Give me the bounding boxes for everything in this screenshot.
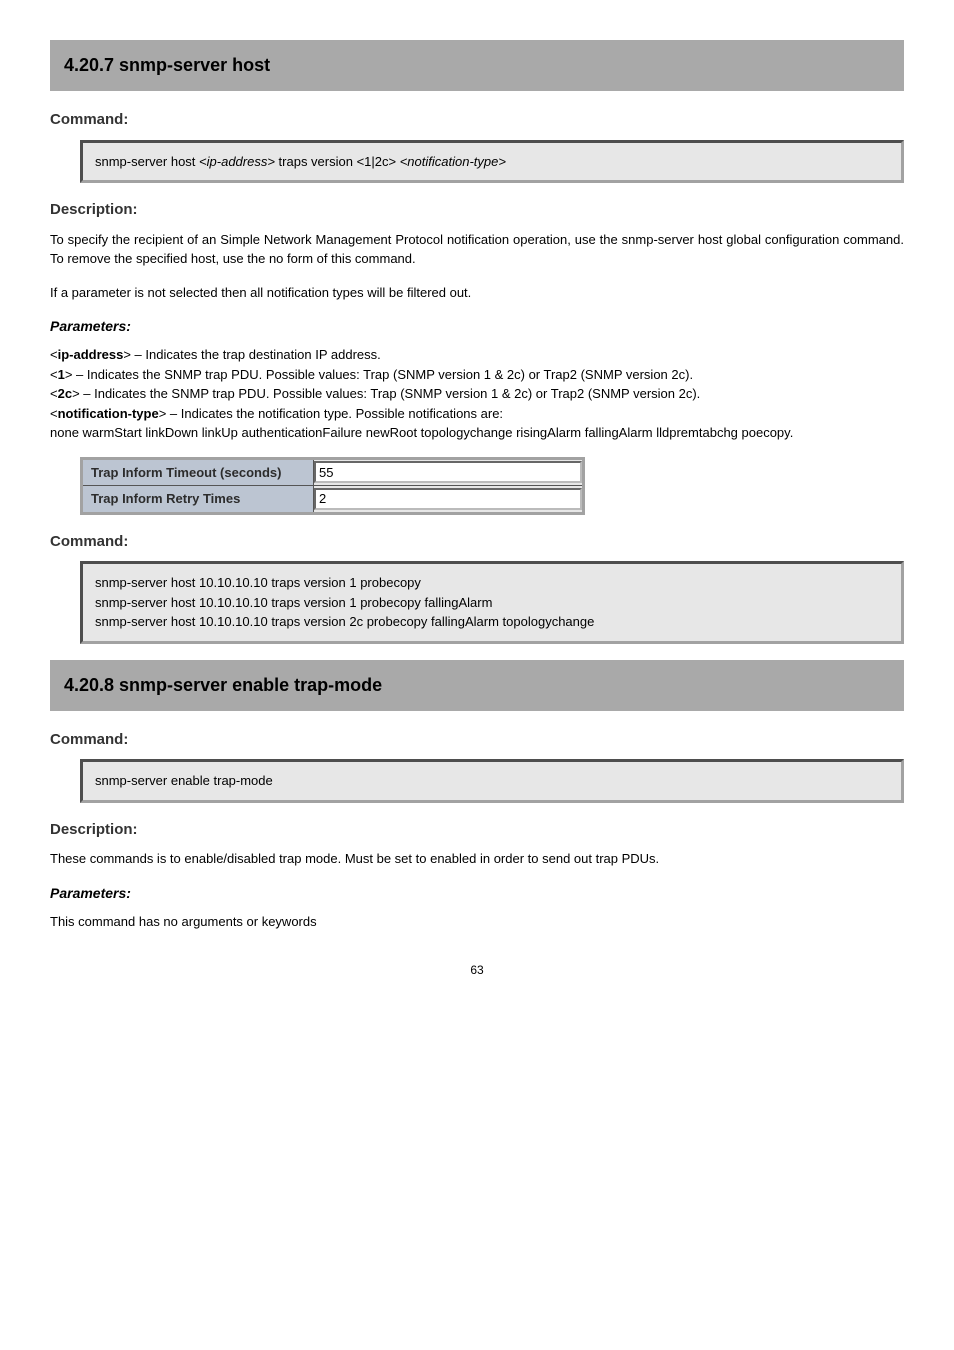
description-text-1: To specify the recipient of an Simple Ne… — [50, 230, 904, 269]
param-note-1: <ip-address> – Indicates the trap destin… — [50, 345, 904, 443]
description-heading: Description: — [50, 199, 904, 222]
command-heading: Command: — [50, 109, 904, 132]
parameters-heading: Parameters: — [50, 316, 904, 337]
param-label-timeout: Trap Inform Timeout (seconds) — [82, 458, 314, 486]
cmd-line-3: snmp-server host 10.10.10.10 traps versi… — [95, 612, 889, 632]
command-heading-2: Command: — [50, 531, 904, 554]
command-syntax-box-2: snmp-server enable trap-mode — [80, 759, 904, 803]
command-heading-3: Command: — [50, 729, 904, 752]
section-header-bar: 4.20.7 snmp-server host — [50, 40, 904, 91]
cmd-text-2: snmp-server enable trap-mode — [95, 773, 273, 788]
cmd-line-2: snmp-server host 10.10.10.10 traps versi… — [95, 593, 889, 613]
param-note-2: This command has no arguments or keyword… — [50, 912, 904, 932]
param-label-retry: Trap Inform Retry Times — [82, 486, 314, 514]
section-title: 4.20.7 snmp-server host — [64, 52, 890, 79]
command-example-box: snmp-server host 10.10.10.10 traps versi… — [80, 561, 904, 644]
description-text-3: These commands is to enable/disabled tra… — [50, 849, 904, 869]
table-row: Trap Inform Timeout (seconds) — [82, 458, 584, 486]
command-syntax-box: snmp-server host <ip-address> traps vers… — [80, 140, 904, 184]
description-heading-2: Description: — [50, 819, 904, 842]
parameters-heading-2: Parameters: — [50, 883, 904, 904]
param-input-timeout[interactable] — [314, 461, 582, 483]
cmd-line-1: snmp-server host 10.10.10.10 traps versi… — [95, 573, 889, 593]
section-title-2: 4.20.8 snmp-server enable trap-mode — [64, 672, 890, 699]
section-header-bar: 4.20.8 snmp-server enable trap-mode — [50, 660, 904, 711]
params-table: Trap Inform Timeout (seconds) Trap Infor… — [80, 457, 585, 515]
table-row: Trap Inform Retry Times — [82, 486, 584, 514]
page-number: 63 — [50, 961, 904, 979]
param-input-retry[interactable] — [314, 488, 582, 510]
description-text-2: If a parameter is not selected then all … — [50, 283, 904, 303]
